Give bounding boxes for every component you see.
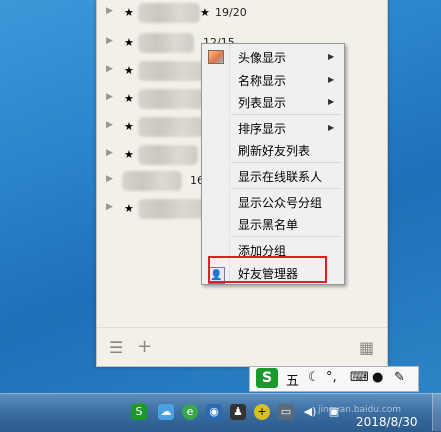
context-menu: 头像显示 ▶ 名称显示 ▶ 列表显示 ▶ 排序显示 ▶ 刷新好友列表 显示在线联… <box>201 43 345 285</box>
blurred-group-name <box>138 145 198 165</box>
blurred-group-name <box>138 117 204 137</box>
expand-arrow-icon[interactable]: ▶ <box>106 120 113 130</box>
add-icon[interactable]: + <box>137 336 152 357</box>
menu-item-refresh-friends[interactable]: 刷新好友列表 <box>238 142 310 159</box>
expand-arrow-icon[interactable]: ▶ <box>106 202 113 212</box>
group-count: 19/20 <box>215 6 247 19</box>
submenu-arrow-icon: ▶ <box>328 97 335 106</box>
blurred-group-name <box>122 171 182 191</box>
blurred-group-name <box>138 89 204 109</box>
expand-arrow-icon[interactable]: ▶ <box>106 174 113 184</box>
security-icon[interactable]: e <box>182 404 198 420</box>
cloud-icon[interactable]: ☁ <box>158 404 174 420</box>
user-icon[interactable]: ● <box>372 370 383 385</box>
blurred-group-name <box>138 33 194 53</box>
submenu-arrow-icon: ▶ <box>328 123 335 132</box>
submenu-arrow-icon: ▶ <box>328 52 335 61</box>
ime-toolbar: S 五 ☾ °, ⌨ ● ✎ <box>249 366 419 392</box>
display-icon[interactable]: ▭ <box>278 404 294 420</box>
menu-item-show-blacklist[interactable]: 显示黑名单 <box>238 216 298 233</box>
star-icon: ★ <box>124 148 134 161</box>
expand-arrow-icon[interactable]: ▶ <box>106 36 113 46</box>
menu-item-sort-display[interactable]: 排序显示 <box>238 120 286 137</box>
highlight-box <box>208 256 327 283</box>
star-icon: ★ <box>124 64 134 77</box>
apps-grid-icon[interactable]: ▦ <box>359 338 374 357</box>
menu-icon[interactable]: ☰ <box>109 338 123 357</box>
star-icon: ★ <box>200 6 210 19</box>
wrench-icon[interactable]: ✎ <box>394 370 405 385</box>
punctuation-icon[interactable]: °, <box>326 370 337 385</box>
menu-item-avatar-display[interactable]: 头像显示 <box>238 49 286 66</box>
menu-separator <box>231 236 341 237</box>
moon-icon[interactable]: ☾ <box>308 370 320 385</box>
star-icon: ★ <box>124 120 134 133</box>
expand-arrow-icon[interactable]: ▶ <box>106 148 113 158</box>
menu-separator <box>231 188 341 189</box>
network-icon[interactable]: ◉ <box>206 404 222 420</box>
expand-arrow-icon[interactable]: ▶ <box>106 64 113 74</box>
blurred-group-name <box>138 61 206 81</box>
blurred-group-name <box>138 199 206 219</box>
panel-footer: ☰ + ▦ <box>97 327 387 366</box>
menu-item-list-display[interactable]: 列表显示 <box>238 94 286 111</box>
blurred-group-name <box>138 3 200 23</box>
ime-mode[interactable]: 五 <box>286 370 299 389</box>
menu-separator <box>231 162 341 163</box>
expand-arrow-icon[interactable]: ▶ <box>106 6 113 16</box>
menu-icon-gutter <box>202 44 230 284</box>
menu-separator <box>231 114 341 115</box>
show-desktop-button[interactable] <box>432 393 441 431</box>
menu-item-name-display[interactable]: 名称显示 <box>238 72 286 89</box>
submenu-arrow-icon: ▶ <box>328 75 335 84</box>
menu-item-show-online[interactable]: 显示在线联系人 <box>238 168 322 185</box>
sogou-tray-icon[interactable]: S <box>131 404 147 420</box>
star-icon: ★ <box>124 6 134 19</box>
contact-group-row[interactable]: ▶ ★ ★ 19/20 <box>97 0 387 28</box>
menu-item-show-official-accounts[interactable]: 显示公众号分组 <box>238 194 322 211</box>
add-tray-icon[interactable]: + <box>254 404 270 420</box>
clock-date[interactable]: 2018/8/30 <box>356 415 418 429</box>
keyboard-icon[interactable]: ⌨ <box>350 370 369 385</box>
watermark-text: jingyan.baidu.com <box>318 405 402 415</box>
qq-icon[interactable]: ♟ <box>230 404 246 420</box>
star-icon: ★ <box>124 92 134 105</box>
star-icon: ★ <box>124 36 134 49</box>
expand-arrow-icon[interactable]: ▶ <box>106 92 113 102</box>
star-icon: ★ <box>124 202 134 215</box>
sogou-ime-logo[interactable]: S <box>256 368 278 388</box>
avatar-display-icon <box>208 50 224 64</box>
volume-icon[interactable]: ◀) <box>302 404 318 420</box>
